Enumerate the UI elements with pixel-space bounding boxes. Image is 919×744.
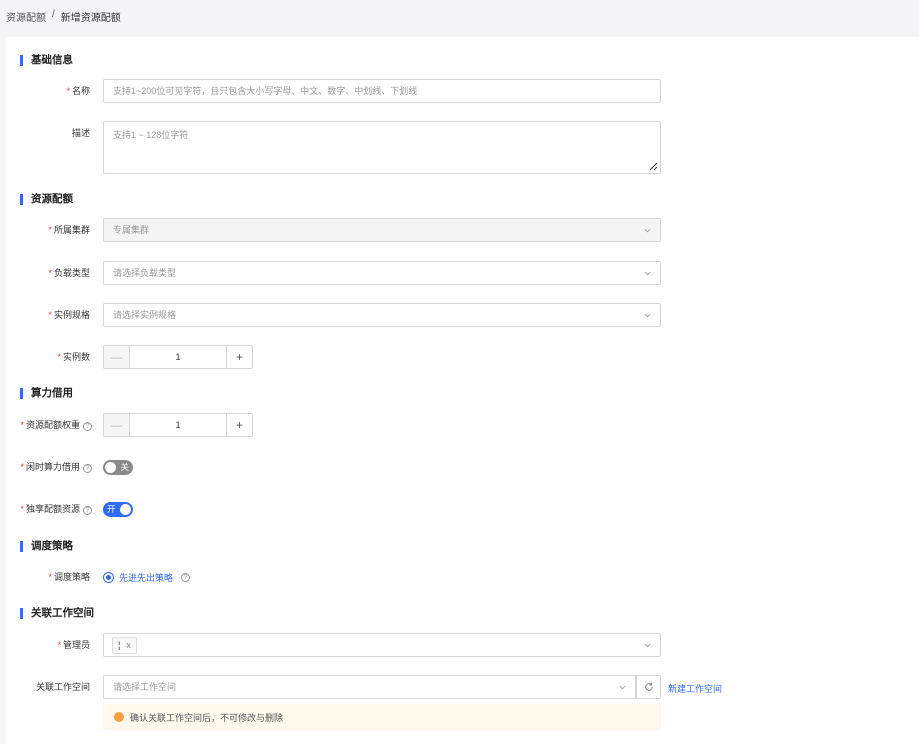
chevron-down-icon bbox=[644, 313, 651, 318]
breadcrumb-parent[interactable]: 资源配额 bbox=[6, 9, 46, 24]
admin-tag-label: ¦ bbox=[118, 640, 121, 650]
workspace-placeholder: 请选择工作空间 bbox=[113, 682, 177, 692]
section-title-schedule: 调度策略 bbox=[20, 540, 73, 553]
toggle-knob bbox=[120, 504, 131, 515]
workload-select[interactable]: 请选择负载类型 bbox=[103, 261, 661, 285]
workload-placeholder: 请选择负载类型 bbox=[113, 268, 177, 278]
strategy-label: * 调度策略 bbox=[48, 572, 90, 582]
required-mark: * bbox=[66, 86, 70, 96]
name-input[interactable]: 支持1~200位可见字符，且只包含大小写字母、中文、数字、中划线、下划线 bbox=[103, 79, 661, 103]
decrement-button[interactable]: — bbox=[104, 346, 130, 368]
cluster-select: 专属集群 bbox=[103, 218, 661, 242]
desc-label: 描述 bbox=[71, 128, 90, 138]
desc-placeholder: 支持1 ~ 128位字符 bbox=[113, 130, 189, 140]
spec-label: * 实例规格 bbox=[48, 310, 90, 320]
section-title-basic: 基础信息 bbox=[20, 54, 73, 67]
warning-text: 确认关联工作空间后，不可修改与删除 bbox=[130, 712, 284, 723]
breadcrumb-separator: / bbox=[52, 9, 55, 20]
decrement-button[interactable]: — bbox=[104, 414, 130, 436]
toggle-state: 关 bbox=[120, 462, 129, 472]
workspace-label: 关联工作空间 bbox=[35, 682, 90, 692]
idle-borrow-toggle[interactable]: 关 bbox=[103, 460, 133, 475]
exclusive-label: * 独享配额资源? bbox=[6, 497, 92, 521]
refresh-icon bbox=[645, 682, 653, 691]
toggle-knob bbox=[105, 462, 116, 473]
section-title-borrow: 算力借用 bbox=[20, 387, 73, 400]
increment-button[interactable]: + bbox=[226, 414, 252, 436]
radio-selected-icon[interactable] bbox=[103, 571, 114, 583]
chevron-down-icon bbox=[644, 271, 651, 276]
help-icon[interactable]: ? bbox=[83, 506, 92, 515]
toggle-state: 开 bbox=[107, 504, 116, 514]
help-icon[interactable]: ? bbox=[83, 464, 92, 473]
form-card: 基础信息 * 名称 支持1~200位可见字符，且只包含大小写字母、中文、数字、中划… bbox=[6, 37, 919, 744]
refresh-button[interactable] bbox=[636, 675, 661, 699]
weight-value[interactable]: 1 bbox=[130, 414, 226, 436]
instances-value[interactable]: 1 bbox=[130, 346, 226, 368]
instances-label: * 实例数 bbox=[57, 352, 90, 362]
name-label: * 名称 bbox=[66, 86, 90, 96]
admin-select[interactable]: ¦ x bbox=[103, 633, 661, 657]
cluster-value: 专属集群 bbox=[113, 225, 150, 235]
strategy-radio[interactable]: 先进先出策略 ? bbox=[103, 570, 191, 584]
tag-close-icon[interactable]: x bbox=[126, 638, 131, 653]
admin-label: * 管理员 bbox=[57, 640, 90, 650]
instances-stepper: — 1 + bbox=[103, 345, 253, 369]
workspace-select[interactable]: 请选择工作空间 bbox=[103, 675, 636, 699]
chevron-down-icon bbox=[619, 685, 626, 690]
new-workspace-link[interactable]: 新建工作空间 bbox=[668, 677, 722, 701]
spec-select[interactable]: 请选择实例规格 bbox=[103, 303, 661, 327]
admin-tag: ¦ x bbox=[112, 637, 137, 654]
resize-handle-icon[interactable] bbox=[648, 161, 658, 171]
breadcrumb: 资源配额 / 新增资源配额 bbox=[6, 9, 121, 24]
idle-borrow-label: * 闲时算力借用? bbox=[6, 455, 92, 479]
increment-button[interactable]: + bbox=[226, 346, 252, 368]
help-icon[interactable]: ? bbox=[181, 572, 191, 582]
weight-label: * 资源配额权重? bbox=[6, 413, 92, 437]
cluster-label: * 所属集群 bbox=[48, 225, 90, 235]
warning-icon bbox=[114, 712, 124, 722]
section-title-quota: 资源配额 bbox=[20, 193, 73, 206]
section-title-workspace: 关联工作空间 bbox=[20, 607, 94, 620]
spec-placeholder: 请选择实例规格 bbox=[113, 310, 177, 320]
chevron-down-icon bbox=[644, 643, 651, 648]
breadcrumb-current: 新增资源配额 bbox=[60, 13, 121, 24]
exclusive-toggle[interactable]: 开 bbox=[103, 502, 133, 517]
help-icon[interactable]: ? bbox=[83, 422, 92, 431]
desc-textarea[interactable]: 支持1 ~ 128位字符 bbox=[103, 121, 661, 174]
warning-banner: 确认关联工作空间后，不可修改与删除 bbox=[103, 704, 661, 730]
chevron-down-icon bbox=[644, 228, 651, 233]
weight-stepper: — 1 + bbox=[103, 413, 253, 437]
workload-label: * 负载类型 bbox=[48, 268, 90, 278]
strategy-option[interactable]: 先进先出策略 bbox=[119, 571, 173, 584]
